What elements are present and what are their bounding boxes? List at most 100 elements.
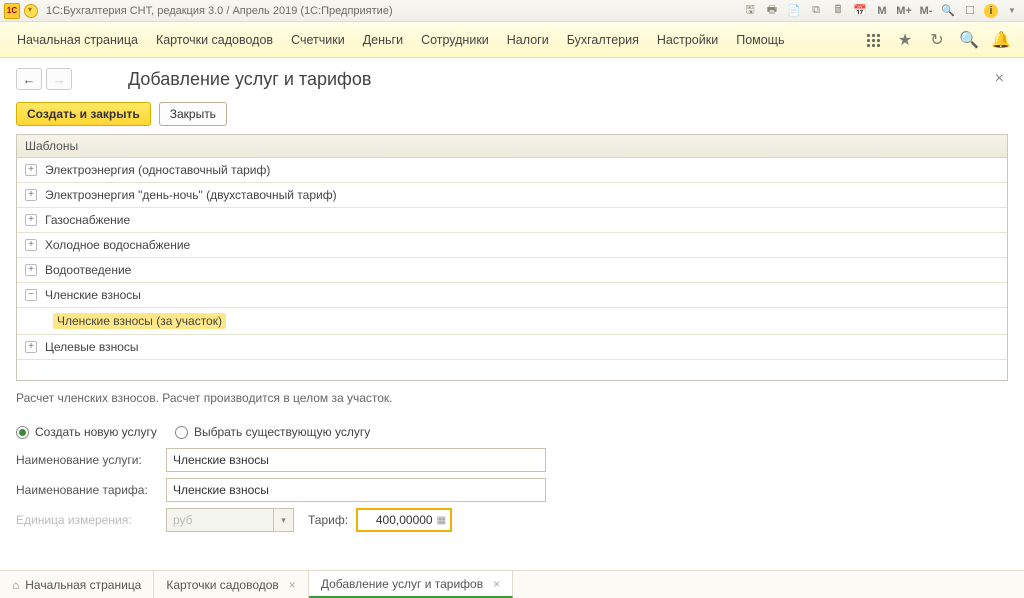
template-label: Электроэнергия "день-ночь" (двухставочны… bbox=[45, 188, 337, 202]
notifications-bell-icon[interactable]: 🔔 bbox=[992, 31, 1010, 49]
radio-choose-existing-label: Выбрать существующую услугу bbox=[194, 425, 370, 439]
bottom-tab-home[interactable]: ⌂ Начальная страница bbox=[0, 571, 154, 598]
print-preview-icon[interactable]: 📄 bbox=[786, 3, 802, 19]
menu-money[interactable]: Деньги bbox=[354, 33, 412, 47]
form-row-tariff-name: Наименование тарифа: bbox=[0, 475, 1024, 505]
menu-help[interactable]: Помощь bbox=[727, 33, 793, 47]
menu-cards[interactable]: Карточки садоводов bbox=[147, 33, 282, 47]
expand-icon[interactable]: + bbox=[25, 341, 37, 353]
template-label: Членские взносы bbox=[45, 288, 141, 302]
bottom-tab-home-label: Начальная страница bbox=[25, 578, 141, 592]
menu-settings[interactable]: Настройки bbox=[648, 33, 727, 47]
actions-row: Создать и закрыть Закрыть bbox=[0, 98, 1024, 134]
tariff-name-input[interactable] bbox=[166, 478, 546, 502]
page-close-button[interactable]: × bbox=[995, 70, 1008, 88]
info-dropdown-icon[interactable]: ▼ bbox=[1004, 3, 1020, 19]
create-and-close-button[interactable]: Создать и закрыть bbox=[16, 102, 151, 126]
expand-icon[interactable]: + bbox=[25, 164, 37, 176]
m-plus-icon[interactable]: M+ bbox=[896, 3, 912, 19]
template-label: Газоснабжение bbox=[45, 213, 130, 227]
titlebar-right-icons: 🖫 🖶 📄 ⧉ 🖩 📅 M M+ M- 🔍 ☐ i ▼ bbox=[742, 3, 1020, 19]
apps-grid-icon[interactable] bbox=[864, 31, 882, 49]
home-icon: ⌂ bbox=[12, 578, 19, 592]
radio-choose-existing[interactable]: Выбрать существующую услугу bbox=[175, 425, 370, 439]
bottom-tab-cards[interactable]: Карточки садоводов × bbox=[154, 571, 308, 598]
bottom-tab-cards-label: Карточки садоводов bbox=[166, 578, 278, 592]
favorites-star-icon[interactable]: ★ bbox=[896, 31, 914, 49]
calculator-icon[interactable]: 🖩 bbox=[830, 3, 846, 19]
templates-panel: Шаблоны + Электроэнергия (одноставочный … bbox=[16, 134, 1008, 381]
template-label: Холодное водоснабжение bbox=[45, 238, 190, 252]
zoom-icon[interactable]: 🔍 bbox=[940, 3, 956, 19]
unit-combo: ▾ bbox=[166, 508, 294, 532]
main-menu-bar: Начальная страница Карточки садоводов Сч… bbox=[0, 22, 1024, 58]
window-title: 1С:Бухгалтерия СНТ, редакция 3.0 / Апрел… bbox=[46, 5, 393, 17]
expand-icon[interactable]: + bbox=[25, 239, 37, 251]
menu-home[interactable]: Начальная страница bbox=[8, 33, 147, 47]
template-label: Водоотведение bbox=[45, 263, 131, 277]
templates-header: Шаблоны bbox=[17, 135, 1007, 158]
template-row[interactable]: + Водоотведение bbox=[17, 258, 1007, 283]
info-icon[interactable]: i bbox=[984, 4, 998, 18]
menu-accounting[interactable]: Бухгалтерия bbox=[558, 33, 648, 47]
unit-label: Единица измерения: bbox=[16, 513, 166, 527]
window-icon[interactable]: ☐ bbox=[962, 3, 978, 19]
m-minus-icon[interactable]: M- bbox=[918, 3, 934, 19]
tarif-input[interactable]: 400,00000 ▦ bbox=[356, 508, 452, 532]
close-button[interactable]: Закрыть bbox=[159, 102, 227, 126]
service-mode-radios: Создать новую услугу Выбрать существующу… bbox=[0, 405, 1024, 445]
template-sub-label: Членские взносы (за участок) bbox=[53, 313, 226, 329]
template-row[interactable]: + Целевые взносы bbox=[17, 335, 1007, 360]
templates-empty-space bbox=[17, 360, 1007, 380]
unit-dropdown-button: ▾ bbox=[274, 508, 294, 532]
radio-unselected-icon bbox=[175, 426, 188, 439]
tarif-value: 400,00000 bbox=[376, 513, 433, 527]
template-sub-row-selected[interactable]: Членские взносы (за участок) bbox=[17, 308, 1007, 335]
menu-right-tools: ★ ↻ 🔍 🔔 bbox=[864, 31, 1016, 49]
template-label: Электроэнергия (одноставочный тариф) bbox=[45, 163, 270, 177]
menu-taxes[interactable]: Налоги bbox=[498, 33, 558, 47]
nav-back-button[interactable]: ← bbox=[16, 68, 42, 90]
radio-create-new[interactable]: Создать новую услугу bbox=[16, 425, 157, 439]
title-bar: 1C 1С:Бухгалтерия СНТ, редакция 3.0 / Ап… bbox=[0, 0, 1024, 22]
nav-forward-button[interactable]: → bbox=[46, 68, 72, 90]
menu-counters[interactable]: Счетчики bbox=[282, 33, 354, 47]
page-title: Добавление услуг и тарифов bbox=[128, 69, 371, 90]
template-row[interactable]: + Холодное водоснабжение bbox=[17, 233, 1007, 258]
tariff-name-label: Наименование тарифа: bbox=[16, 483, 166, 497]
unit-input bbox=[166, 508, 274, 532]
menu-staff[interactable]: Сотрудники bbox=[412, 33, 498, 47]
collapse-icon[interactable]: − bbox=[25, 289, 37, 301]
print-icon[interactable]: 🖶 bbox=[764, 3, 780, 19]
bottom-tab-add-label: Добавление услуг и тарифов bbox=[321, 577, 483, 591]
compare-icon[interactable]: ⧉ bbox=[808, 3, 824, 19]
bottom-tab-add-services[interactable]: Добавление услуг и тарифов × bbox=[309, 571, 513, 598]
template-row-expanded[interactable]: − Членские взносы bbox=[17, 283, 1007, 308]
expand-icon[interactable]: + bbox=[25, 214, 37, 226]
form-row-service-name: Наименование услуги: bbox=[0, 445, 1024, 475]
tab-close-icon[interactable]: × bbox=[493, 577, 500, 591]
history-icon[interactable]: ↻ bbox=[928, 31, 946, 49]
template-row[interactable]: + Электроэнергия (одноставочный тариф) bbox=[17, 158, 1007, 183]
tab-close-icon[interactable]: × bbox=[289, 578, 296, 592]
calendar-icon[interactable]: 📅 bbox=[852, 3, 868, 19]
form-row-unit: Единица измерения: ▾ Тариф: 400,00000 ▦ bbox=[0, 505, 1024, 535]
template-row[interactable]: + Газоснабжение bbox=[17, 208, 1007, 233]
page-header-bar: ← → Добавление услуг и тарифов × bbox=[0, 58, 1024, 98]
calculator-mini-icon[interactable]: ▦ bbox=[437, 515, 446, 526]
service-name-label: Наименование услуги: bbox=[16, 453, 166, 467]
expand-icon[interactable]: + bbox=[25, 264, 37, 276]
template-row[interactable]: + Электроэнергия "день-ночь" (двухставоч… bbox=[17, 183, 1007, 208]
app-logo-icon: 1C bbox=[4, 3, 20, 19]
tarif-label: Тариф: bbox=[308, 513, 348, 527]
radio-selected-icon bbox=[16, 426, 29, 439]
m-icon[interactable]: M bbox=[874, 3, 890, 19]
service-name-input[interactable] bbox=[166, 448, 546, 472]
radio-create-new-label: Создать новую услугу bbox=[35, 425, 157, 439]
expand-icon[interactable]: + bbox=[25, 189, 37, 201]
save-icon[interactable]: 🖫 bbox=[742, 3, 758, 19]
app-menu-dropdown[interactable] bbox=[24, 4, 38, 18]
search-icon[interactable]: 🔍 bbox=[960, 31, 978, 49]
template-label: Целевые взносы bbox=[45, 340, 139, 354]
template-description: Расчет членских взносов. Расчет производ… bbox=[0, 381, 1024, 405]
